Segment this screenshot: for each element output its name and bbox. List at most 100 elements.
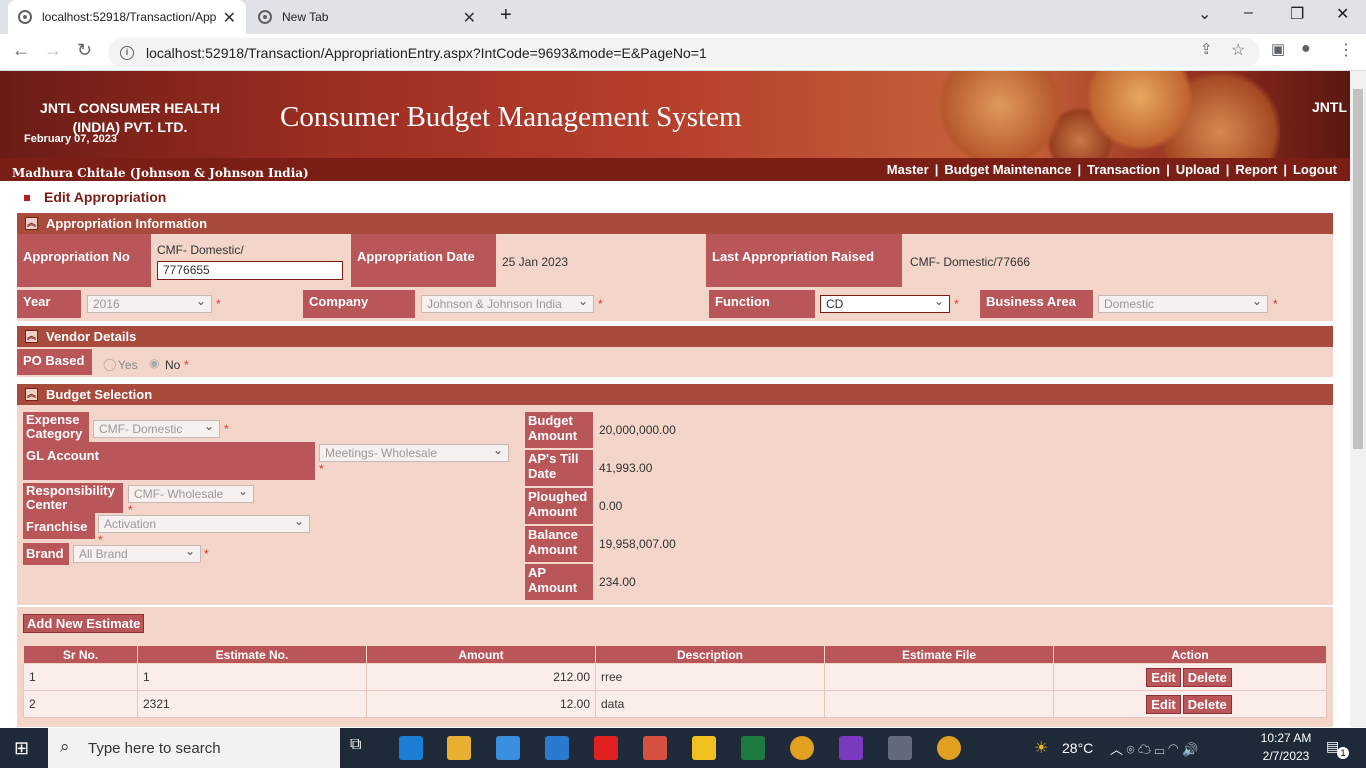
weather-icon[interactable]: ☀ — [1034, 738, 1048, 758]
appropriation-no-input[interactable]: 7776655 — [157, 261, 343, 280]
cell-description: data — [595, 690, 825, 718]
delete-button[interactable]: Delete — [1182, 694, 1232, 714]
share-icon[interactable]: ⇪ — [1200, 40, 1213, 58]
year-select[interactable]: 2016 — [87, 293, 212, 313]
required-marker: * — [184, 358, 189, 372]
user-name: Madhura Chitale (Johnson & Johnson India… — [12, 166, 309, 180]
edit-button[interactable]: Edit — [1146, 667, 1181, 687]
tab-active[interactable]: localhost:52918/Transaction/App ✕ — [8, 0, 246, 34]
collapse-icon[interactable]: ︽ — [25, 388, 38, 401]
menu-master[interactable]: Master — [884, 162, 932, 177]
cell-estimate-no: 1 — [137, 663, 367, 691]
responsibility-center-select[interactable]: CMF- Wholesale — [128, 483, 254, 503]
menu-sep: | — [1166, 162, 1170, 177]
url-field[interactable]: i localhost:52918/Transaction/Appropriat… — [108, 38, 1260, 67]
cell-amount: 212.00 — [366, 663, 596, 691]
sidepanel-icon[interactable]: ▣ — [1271, 40, 1285, 58]
info-icon[interactable]: i — [120, 45, 134, 60]
store-icon[interactable] — [496, 736, 520, 760]
collapse-icon[interactable]: ︽ — [25, 217, 38, 230]
menu-logout[interactable]: Logout — [1290, 162, 1340, 177]
expense-category-select[interactable]: CMF- Domestic — [93, 418, 220, 438]
tray-icons[interactable]: ︿ ⌾ ☁ ▭ ◠ 🔊 — [1110, 739, 1198, 758]
page-scrollbar[interactable] — [1350, 71, 1366, 727]
sticky-notes-icon[interactable] — [692, 736, 716, 760]
label-franchise: Franchise — [23, 513, 95, 539]
label-business-area: Business Area — [980, 290, 1093, 318]
close-tab-icon[interactable]: ✕ — [223, 8, 236, 28]
brand-select[interactable]: All Brand — [73, 543, 201, 563]
file-explorer-icon[interactable] — [447, 736, 471, 760]
back-icon[interactable]: ← — [12, 40, 30, 61]
menu-sep: | — [1225, 162, 1230, 177]
label-brand: Brand — [23, 543, 69, 565]
visual-studio-icon[interactable] — [839, 736, 863, 760]
office-icon[interactable] — [643, 736, 667, 760]
add-new-estimate-button[interactable]: Add New Estimate — [23, 614, 145, 633]
col-action: Action — [1053, 645, 1327, 664]
notification-badge: 1 — [1337, 747, 1349, 759]
company-select[interactable]: Johnson & Johnson India — [421, 293, 594, 313]
minimize-button[interactable]: – — [1244, 4, 1253, 22]
task-view-icon[interactable]: ⧉ — [350, 736, 374, 760]
radio-yes[interactable]: ◯ — [103, 357, 116, 371]
table-row: 1 1 212.00 rree Edit Delete — [23, 663, 1327, 691]
required-marker: * — [1273, 297, 1278, 311]
profile-icon[interactable]: ● — [1301, 40, 1311, 58]
appropriation-prefix: CMF- Domestic/ — [157, 243, 244, 257]
id-app-icon[interactable] — [594, 736, 618, 760]
label-expense-category: Expense Category — [23, 412, 89, 442]
menu-report[interactable]: Report — [1232, 162, 1280, 177]
edit-button[interactable]: Edit — [1146, 694, 1181, 714]
section-title: Appropriation Information — [46, 216, 208, 231]
chevron-down-icon[interactable]: ⌄ — [1198, 4, 1211, 24]
tab-new[interactable]: New Tab ✕ — [248, 0, 486, 34]
reload-icon[interactable]: ↻ — [77, 40, 92, 61]
star-icon[interactable]: ☆ — [1231, 40, 1245, 60]
function-select[interactable]: CD — [820, 293, 950, 313]
ap-till-date-value: 41,993.00 — [599, 461, 653, 475]
page-title-text: Edit Appropriation — [44, 189, 167, 205]
menu-budget-maintenance[interactable]: Budget Maintenance — [941, 162, 1074, 177]
maximize-button[interactable]: ❐ — [1290, 4, 1304, 24]
menu-icon[interactable]: ⋮ — [1338, 40, 1354, 60]
scrollbar-thumb[interactable] — [1353, 89, 1363, 449]
business-area-select[interactable]: Domestic — [1098, 293, 1268, 313]
chrome-active-icon[interactable] — [937, 736, 961, 760]
weather-temp[interactable]: 28°C — [1062, 740, 1093, 756]
clock-time[interactable]: 10:27 AM — [1258, 731, 1314, 745]
vendor-panel — [17, 347, 1333, 377]
delete-button[interactable]: Delete — [1182, 667, 1232, 687]
section-title: Vendor Details — [46, 329, 137, 344]
taskbar-search[interactable]: ⌕ Type here to search — [48, 728, 340, 768]
gl-account-select[interactable]: Meetings- Wholesale — [319, 442, 509, 462]
menu-sep: | — [1283, 162, 1287, 177]
main-menu: Master | Budget Maintenance | Transactio… — [884, 162, 1340, 177]
cell-sr: 2 — [23, 690, 138, 718]
col-estimate-no: Estimate No. — [137, 645, 367, 664]
radio-no[interactable]: ◉ — [149, 356, 159, 370]
menu-upload[interactable]: Upload — [1173, 162, 1223, 177]
close-tab-icon[interactable]: ✕ — [463, 8, 476, 28]
appropriation-date-value: 25 Jan 2023 — [502, 255, 569, 269]
mail-icon[interactable] — [545, 736, 569, 760]
franchise-select[interactable]: Activation — [98, 513, 310, 533]
forward-icon[interactable]: → — [44, 40, 62, 61]
menu-transaction[interactable]: Transaction — [1084, 162, 1163, 177]
tools-icon[interactable] — [888, 736, 912, 760]
header-date: February 07, 2023 — [24, 133, 117, 145]
excel-icon[interactable] — [741, 736, 765, 760]
chrome-icon[interactable] — [790, 736, 814, 760]
new-tab-button[interactable]: + — [500, 4, 512, 27]
user-bar: Madhura Chitale (Johnson & Johnson India… — [0, 158, 1350, 181]
close-window-button[interactable]: ✕ — [1336, 4, 1349, 24]
label-responsibility-center: Responsibility Center — [23, 483, 123, 513]
company-name: JNTL CONSUMER HEALTH (INDIA) PVT. LTD. — [40, 100, 220, 135]
label-appropriation-date: Appropriation Date — [351, 234, 496, 287]
estimates-table: Sr No. Estimate No. Amount Description E… — [23, 645, 1327, 718]
clock-date[interactable]: 2/7/2023 — [1258, 749, 1314, 763]
required-marker: * — [598, 297, 603, 311]
windows-start-icon[interactable]: ⊞ — [14, 738, 29, 759]
collapse-icon[interactable]: ︽ — [25, 330, 38, 343]
edge-icon[interactable] — [399, 736, 423, 760]
